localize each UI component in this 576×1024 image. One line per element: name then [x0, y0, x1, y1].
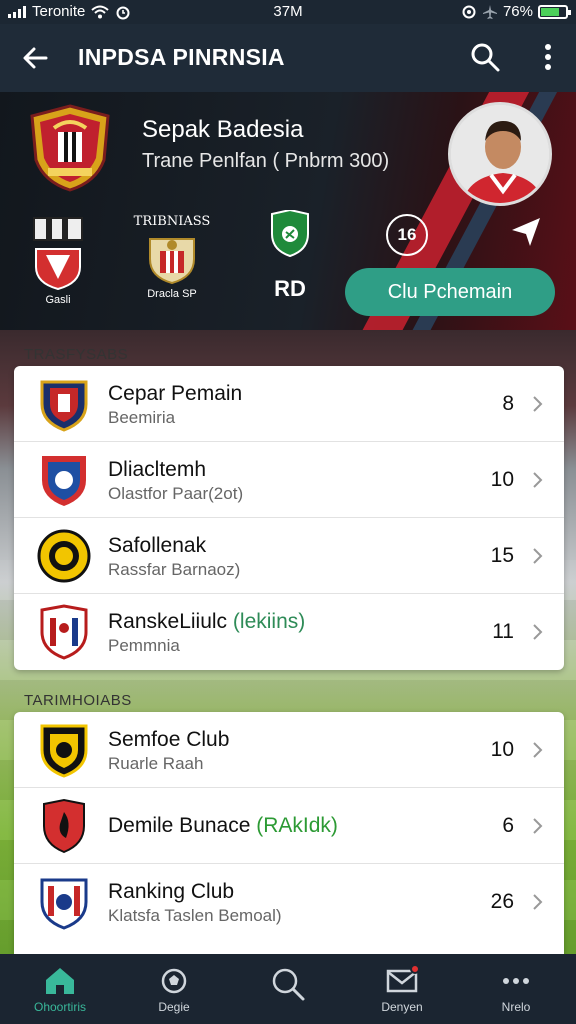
ball-icon: [161, 968, 187, 994]
shield-icon: [35, 248, 81, 291]
section-label: TARIMHOIABS: [24, 692, 132, 709]
club-sub: Rassfar Barnaoz): [108, 560, 241, 579]
section-label: TRASFYSABS: [24, 346, 129, 363]
club-value: 15: [490, 544, 514, 567]
list-item[interactable]: Cepar Pemain Beemiria 8: [14, 366, 564, 442]
page-title: INPDSA PINRNSIA: [78, 44, 285, 70]
chevron-right-icon: [533, 818, 543, 834]
hero-title: Sepak Badesia: [142, 116, 304, 143]
club-logo-icon: [40, 724, 88, 778]
battery-percent: 76%: [502, 3, 533, 20]
club-sub: Ruarle Raah: [108, 754, 204, 773]
club-value: 11: [492, 620, 514, 643]
hero-subtitle: Trane Penlfan ( Pnbrm 300): [142, 150, 390, 172]
flag-icon: [33, 217, 83, 241]
club-name: Ranking Club: [108, 880, 235, 903]
crest-icon: [149, 238, 195, 285]
club-crest-icon: [30, 104, 110, 192]
location-icon: [462, 5, 476, 18]
nav-search[interactable]: [238, 966, 338, 1006]
list-item[interactable]: Demile Bunace (RAkIdk) 6: [14, 788, 564, 864]
chevron-right-icon: [533, 396, 543, 412]
chevron-right-icon: [533, 894, 543, 910]
mid-label: RD: [274, 276, 306, 301]
club-sub: Klatsfa Taslen Bemoal): [108, 906, 282, 925]
chevron-right-icon: [533, 472, 543, 488]
team-crest-3[interactable]: RD: [262, 208, 318, 302]
chevron-right-icon: [533, 742, 543, 758]
club-name: Demile Bunace (RAkIdk): [108, 814, 338, 838]
list-item[interactable]: Ranking Club Klatsfa Taslen Bemoal) 26: [14, 864, 564, 940]
count-badge[interactable]: 16: [386, 214, 428, 256]
club-name: Safollenak: [108, 534, 207, 557]
nav-more[interactable]: Nrelo: [466, 966, 566, 1014]
club-list-card: Cepar Pemain Beemiria 8 Dliacltemh Olast…: [14, 366, 564, 670]
nav-label: Denyen: [381, 1000, 423, 1014]
back-arrow-icon[interactable]: [18, 40, 54, 76]
status-bar: Teronite 37M 76%: [0, 0, 576, 24]
club-name: RanskeLiiulc (lekiins): [108, 610, 305, 634]
club-logo-icon: [42, 456, 86, 506]
team-crest-2[interactable]: TRIBNIASS Dracla SP: [132, 214, 212, 314]
crest-2-label: Dracla SP: [147, 288, 197, 300]
more-vertical-icon[interactable]: [538, 40, 558, 74]
club-sub: Beemiria: [108, 408, 176, 427]
search-icon[interactable]: [468, 40, 502, 74]
club-name-text: Demile Bunace: [108, 814, 251, 837]
club-logo-icon: [37, 529, 91, 583]
club-name: Semfoe Club: [108, 728, 230, 751]
nav-home[interactable]: Ohoortiris: [10, 966, 110, 1014]
team-crest-1[interactable]: Gasli: [28, 214, 88, 314]
battery-icon: [538, 4, 571, 19]
crest-2-top-label: TRIBNIASS: [133, 214, 211, 229]
player-avatar[interactable]: [448, 102, 552, 206]
search-icon: [272, 968, 305, 1001]
club-value: 26: [490, 890, 514, 913]
green-shield-icon: [271, 208, 309, 258]
club-logo-icon: [40, 380, 88, 432]
chevron-right-icon: [533, 624, 543, 640]
notification-dot: [410, 964, 420, 974]
club-sub: Olastfor Paar(2ot): [108, 484, 244, 503]
cta-button[interactable]: Clu Pchemain: [345, 268, 555, 316]
club-name: Cepar Pemain: [108, 382, 243, 405]
club-name-extra: (lekiins): [232, 610, 306, 633]
nav-label: Ohoortiris: [33, 1000, 86, 1014]
list-item[interactable]: Semfoe Club Ruarle Raah 10: [14, 712, 564, 788]
home-icon: [46, 968, 74, 994]
airplane-icon: [482, 4, 497, 19]
nav-degie[interactable]: Degie: [124, 966, 224, 1014]
status-right: 76%: [461, 3, 571, 20]
bottom-navigation: Ohoortiris Degie Denyen Nrelo: [0, 954, 576, 1024]
more-icon: [503, 978, 529, 984]
club-value: 10: [490, 468, 514, 491]
hero-banner: Sepak Badesia Trane Penlfan ( Pnbrm 300)…: [0, 92, 576, 330]
club-logo-icon: [40, 878, 88, 930]
nav-label: Degie: [158, 1000, 190, 1014]
club-name-extra: (RAkIdk): [256, 814, 338, 837]
list-item[interactable]: Safollenak Rassfar Barnaoz) 15: [14, 518, 564, 594]
club-value: 6: [502, 814, 514, 837]
club-name-text: RanskeLiiulc: [108, 610, 228, 633]
send-icon[interactable]: [508, 214, 544, 250]
list-item[interactable]: RanskeLiiulc (lekiins) Pemmnia 11: [14, 594, 564, 670]
app-bar: INPDSA PINRNSIA: [0, 24, 576, 92]
crest-1-label: Gasli: [45, 294, 71, 306]
club-logo-icon: [43, 798, 85, 854]
club-logo-icon: [40, 604, 88, 660]
nav-messages[interactable]: Denyen: [352, 964, 452, 1014]
club-list-card: Semfoe Club Ruarle Raah 10 Demile Bunace…: [14, 712, 564, 954]
chevron-right-icon: [533, 548, 543, 564]
nav-label: Nrelo: [501, 1000, 531, 1014]
club-value: 10: [490, 738, 514, 761]
player-photo-icon: [451, 105, 549, 203]
club-name: Dliacltemh: [108, 458, 207, 481]
list-item[interactable]: Dliacltemh Olastfor Paar(2ot) 10: [14, 442, 564, 518]
club-sub: Pemmnia: [108, 636, 180, 655]
club-value: 8: [502, 392, 514, 415]
